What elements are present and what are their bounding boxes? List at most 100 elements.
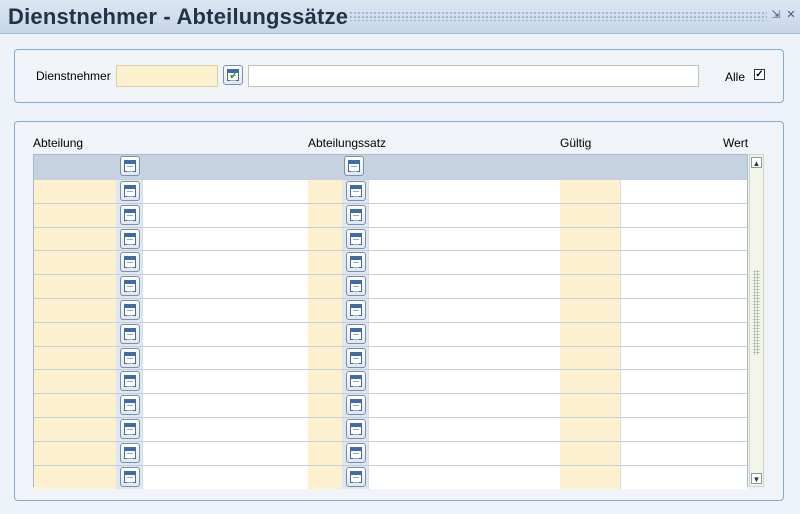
abteilung-name-cell[interactable] xyxy=(142,203,308,227)
abteilung-lookup-cell[interactable] xyxy=(116,465,142,489)
filter-abteilung-cell[interactable] xyxy=(34,155,116,179)
gueltig-cell[interactable] xyxy=(560,441,620,465)
abteilung-lookup-cell[interactable] xyxy=(116,346,142,370)
satz-name-cell[interactable] xyxy=(368,203,560,227)
abteilung-code-cell[interactable] xyxy=(34,394,116,418)
scroll-up-button[interactable]: ▲ xyxy=(751,157,762,168)
satz-lookup-button[interactable] xyxy=(346,252,366,273)
abteilung-code-cell[interactable] xyxy=(34,465,116,489)
abteilung-name-cell[interactable] xyxy=(142,180,308,203)
abteilung-name-cell[interactable] xyxy=(142,251,308,275)
satz-name-cell[interactable] xyxy=(368,180,560,203)
satz-lookup-cell[interactable] xyxy=(342,299,368,322)
satz-lookup-cell[interactable] xyxy=(342,346,368,370)
satz-lookup-button[interactable] xyxy=(346,347,366,368)
satz-code-cell[interactable] xyxy=(308,275,342,299)
gueltig-cell[interactable] xyxy=(560,299,620,322)
satz-name-cell[interactable] xyxy=(368,394,560,418)
abteilung-name-cell[interactable] xyxy=(142,227,308,251)
abteilung-lookup-button[interactable] xyxy=(120,419,140,439)
abteilung-name-cell[interactable] xyxy=(142,322,308,346)
abteilung-lookup-button[interactable] xyxy=(120,371,140,392)
satz-lookup-cell[interactable] xyxy=(342,370,368,394)
satz-name-cell[interactable] xyxy=(368,227,560,251)
gueltig-cell[interactable] xyxy=(560,322,620,346)
all-checkbox[interactable]: ✓ xyxy=(754,69,765,80)
satz-code-cell[interactable] xyxy=(308,299,342,322)
satz-lookup-cell[interactable] xyxy=(342,394,368,418)
satz-lookup-button[interactable] xyxy=(346,323,366,344)
abteilung-name-cell[interactable] xyxy=(142,418,308,441)
satz-lookup-button[interactable] xyxy=(346,276,366,297)
scroll-down-button[interactable]: ▼ xyxy=(751,473,762,484)
employee-lookup-button[interactable]: ✓ xyxy=(223,65,243,85)
wert-cell[interactable] xyxy=(620,465,747,489)
abteilung-code-cell[interactable] xyxy=(34,370,116,394)
minimize-icon[interactable]: ⇲ xyxy=(770,9,782,21)
satz-lookup-button[interactable] xyxy=(346,442,366,463)
abteilung-lookup-button[interactable] xyxy=(120,395,140,416)
satz-name-cell[interactable] xyxy=(368,251,560,275)
satz-code-cell[interactable] xyxy=(308,418,342,441)
abteilung-lookup-cell[interactable] xyxy=(116,275,142,299)
gueltig-cell[interactable] xyxy=(560,180,620,203)
abteilung-lookup-button[interactable] xyxy=(120,442,140,463)
abteilung-code-cell[interactable] xyxy=(34,322,116,346)
abteilung-lookup-button[interactable] xyxy=(120,252,140,273)
satz-lookup-cell[interactable] xyxy=(342,418,368,441)
satz-lookup-button[interactable] xyxy=(346,395,366,416)
satz-lookup-cell[interactable] xyxy=(342,251,368,275)
abteilung-lookup-cell[interactable] xyxy=(116,322,142,346)
wert-cell[interactable] xyxy=(620,180,747,203)
abteilung-lookup-cell[interactable] xyxy=(116,370,142,394)
abteilung-code-cell[interactable] xyxy=(34,275,116,299)
abteilung-lookup-cell[interactable] xyxy=(116,180,142,203)
satz-lookup-cell[interactable] xyxy=(342,203,368,227)
satz-lookup-button[interactable] xyxy=(346,466,366,487)
satz-lookup-button[interactable] xyxy=(346,181,366,201)
satz-name-cell[interactable] xyxy=(368,418,560,441)
wert-cell[interactable] xyxy=(620,441,747,465)
abteilung-lookup-cell[interactable] xyxy=(116,441,142,465)
abteilung-lookup-button[interactable] xyxy=(120,228,140,249)
employee-name-input[interactable] xyxy=(248,65,699,87)
satz-lookup-cell[interactable] xyxy=(342,322,368,346)
satz-lookup-button[interactable] xyxy=(346,300,366,320)
abteilung-name-cell[interactable] xyxy=(142,394,308,418)
abteilung-lookup-button[interactable] xyxy=(120,466,140,487)
abteilung-code-cell[interactable] xyxy=(34,251,116,275)
abteilung-lookup-button[interactable] xyxy=(120,276,140,297)
grid-scrollbar[interactable]: ▲ ▼ xyxy=(749,154,764,487)
satz-code-cell[interactable] xyxy=(308,180,342,203)
abteilung-lookup-button[interactable] xyxy=(120,181,140,201)
abteilung-name-cell[interactable] xyxy=(142,275,308,299)
filter-abteilung-lookup-button[interactable] xyxy=(120,156,140,176)
filter-satz-lookup-button[interactable] xyxy=(344,156,364,176)
abteilung-lookup-button[interactable] xyxy=(120,204,140,225)
employee-code-input[interactable] xyxy=(116,65,218,87)
gueltig-cell[interactable] xyxy=(560,370,620,394)
abteilung-lookup-button[interactable] xyxy=(120,300,140,320)
scrollbar-grip[interactable] xyxy=(753,270,760,355)
abteilung-code-cell[interactable] xyxy=(34,299,116,322)
satz-code-cell[interactable] xyxy=(308,370,342,394)
abteilung-name-cell[interactable] xyxy=(142,370,308,394)
abteilung-code-cell[interactable] xyxy=(34,227,116,251)
satz-name-cell[interactable] xyxy=(368,322,560,346)
filter-satz-cell[interactable] xyxy=(308,155,342,179)
satz-name-cell[interactable] xyxy=(368,275,560,299)
satz-lookup-cell[interactable] xyxy=(342,465,368,489)
gueltig-cell[interactable] xyxy=(560,203,620,227)
satz-name-cell[interactable] xyxy=(368,299,560,322)
satz-code-cell[interactable] xyxy=(308,441,342,465)
satz-code-cell[interactable] xyxy=(308,465,342,489)
abteilung-lookup-cell[interactable] xyxy=(116,227,142,251)
abteilung-lookup-button[interactable] xyxy=(120,347,140,368)
wert-cell[interactable] xyxy=(620,227,747,251)
abteilung-code-cell[interactable] xyxy=(34,203,116,227)
abteilung-name-cell[interactable] xyxy=(142,441,308,465)
abteilung-code-cell[interactable] xyxy=(34,441,116,465)
abteilung-code-cell[interactable] xyxy=(34,180,116,203)
gueltig-cell[interactable] xyxy=(560,251,620,275)
abteilung-lookup-button[interactable] xyxy=(120,323,140,344)
